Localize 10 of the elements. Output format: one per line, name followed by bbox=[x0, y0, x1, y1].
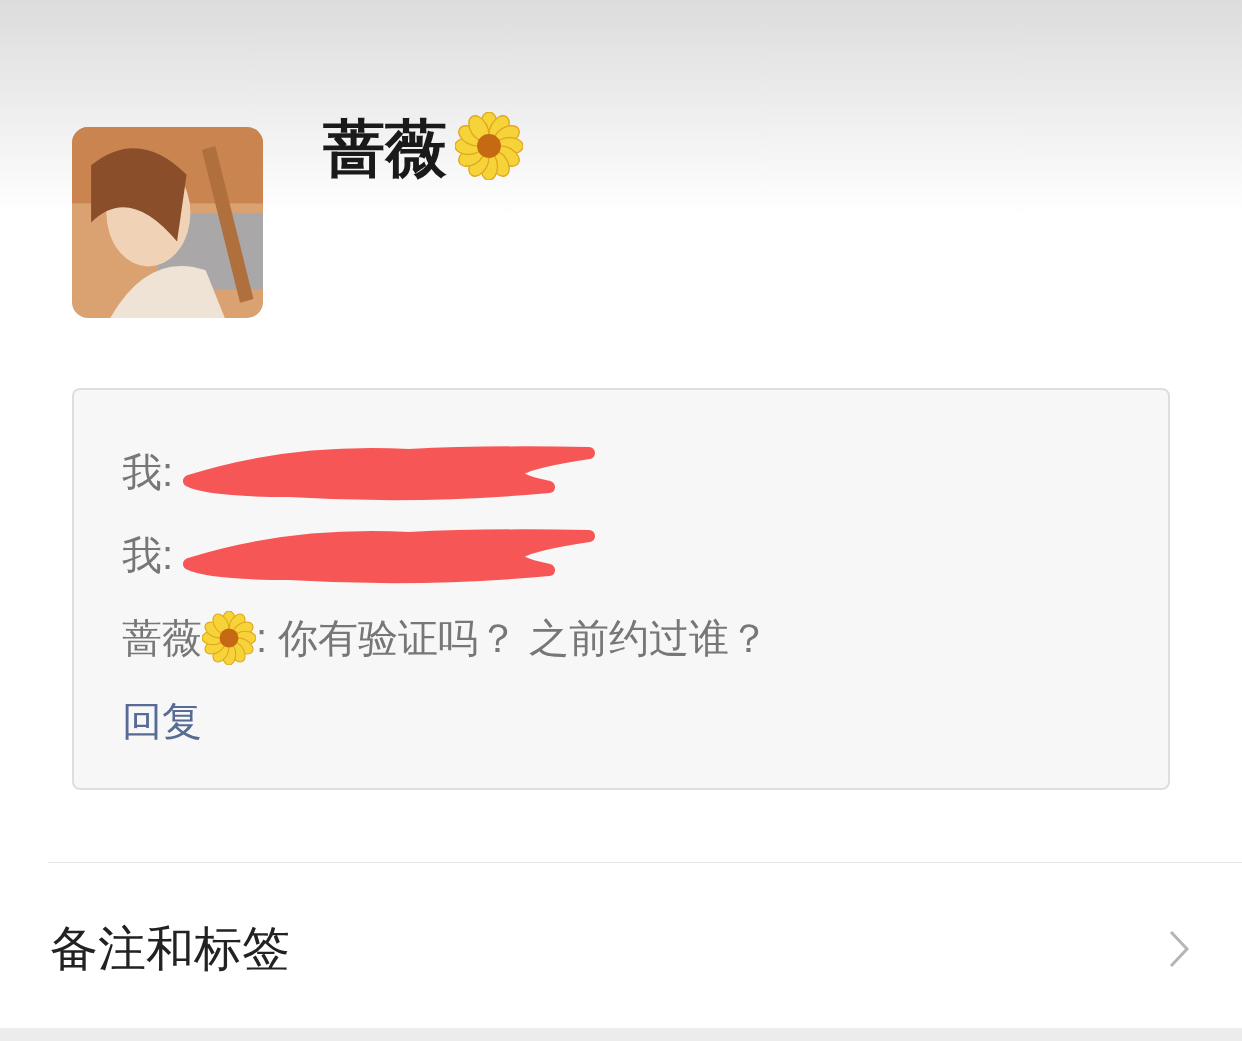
section-label[interactable]: 备注和标签 bbox=[50, 913, 290, 985]
chevron-icon[interactable] bbox=[1168, 929, 1190, 969]
contact-name: 蔷薇 bbox=[323, 118, 447, 180]
flower-icon bbox=[455, 112, 523, 180]
message-sender: 我: bbox=[122, 531, 174, 579]
message-text: : 你有验证吗？ 之前约过谁？ bbox=[256, 614, 770, 662]
message-sender: 蔷薇 bbox=[122, 614, 202, 662]
flower-icon bbox=[202, 610, 256, 665]
reply-link[interactable]: 回复 bbox=[122, 690, 202, 751]
message-sender: 我: bbox=[122, 448, 174, 496]
